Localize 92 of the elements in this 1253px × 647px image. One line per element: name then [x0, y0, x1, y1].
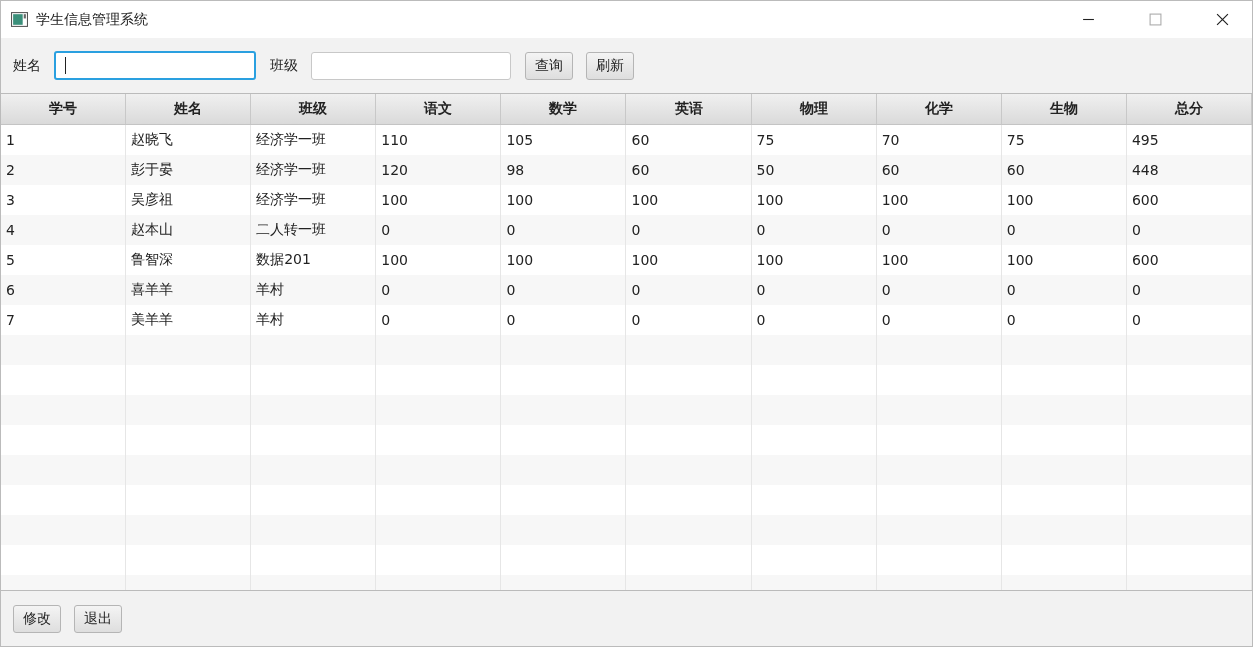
table-cell: 3: [6, 192, 15, 208]
table-cell: 50: [756, 162, 775, 178]
name-input-field[interactable]: [54, 51, 256, 80]
table-cell: 彭于晏: [131, 161, 174, 179]
table-cell: 1: [6, 132, 15, 148]
table-cell: 7: [6, 312, 15, 328]
table-cell: 0: [756, 222, 766, 238]
table-cell: 60: [1006, 162, 1025, 178]
table-cell: 100: [381, 192, 409, 208]
column-header[interactable]: 班级: [251, 94, 377, 124]
footer-button[interactable]: 退出: [74, 604, 122, 633]
table-cell: 100: [631, 192, 659, 208]
table-cell: 赵晓飞: [131, 131, 174, 149]
table-cell: 0: [506, 282, 516, 298]
table-cell: 5: [6, 252, 15, 268]
table-cell: 110: [381, 132, 409, 148]
toolbar-button[interactable]: 刷新: [586, 51, 634, 80]
table-cell: 喜羊羊: [131, 281, 174, 299]
table-cell: 75: [756, 132, 775, 148]
table-cell: 100: [381, 252, 409, 268]
table-cell: 600: [1131, 192, 1159, 208]
table-cell: 60: [881, 162, 900, 178]
table-cell: 0: [506, 312, 516, 328]
table-cell: 0: [631, 222, 641, 238]
table-cell: 100: [881, 192, 909, 208]
table-cell: 经济学一班: [256, 191, 327, 209]
table-cell: 100: [1006, 192, 1034, 208]
table-cell: 100: [1006, 252, 1034, 268]
table-cell: 0: [756, 282, 766, 298]
table-cell: 0: [756, 312, 766, 328]
column-header[interactable]: 总分: [1126, 94, 1252, 124]
table-cell: 100: [631, 252, 659, 268]
table-cell: 经济学一班: [256, 131, 327, 149]
column-header[interactable]: 英语: [626, 94, 752, 124]
table-cell: 0: [1131, 282, 1141, 298]
table-cell: 495: [1131, 132, 1159, 148]
table-cell: 100: [506, 192, 534, 208]
table-cell: 105: [506, 132, 534, 148]
app-icon: [11, 12, 28, 27]
table-cell: 赵本山: [131, 221, 174, 239]
table-cell: 0: [381, 282, 391, 298]
window-title: 学生信息管理系统: [36, 10, 148, 29]
table-cell: 2: [6, 162, 15, 178]
column-header[interactable]: 物理: [751, 94, 877, 124]
table-cell: 经济学一班: [256, 161, 327, 179]
table-cell: 0: [1131, 222, 1141, 238]
table-cell: 0: [631, 282, 641, 298]
table-cell: 羊村: [256, 311, 285, 329]
table-cell: 448: [1131, 162, 1159, 178]
table-cell: 0: [381, 312, 391, 328]
close-icon[interactable]: [1216, 13, 1229, 26]
footer-button[interactable]: 修改: [13, 604, 61, 633]
table-cell: 100: [881, 252, 909, 268]
table-cell: 羊村: [256, 281, 285, 299]
class-label: 班级: [270, 56, 298, 75]
table-cell: 60: [631, 132, 650, 148]
table-cell: 100: [756, 252, 784, 268]
column-header[interactable]: 生物: [1001, 94, 1127, 124]
table-cell: 0: [881, 312, 891, 328]
table-cell: 0: [506, 222, 516, 238]
table-cell: 数据201: [256, 251, 311, 269]
table-cell: 美羊羊: [131, 311, 174, 329]
table-cell: 0: [631, 312, 641, 328]
table-cell: 120: [381, 162, 409, 178]
table-cell: 二人转一班: [256, 221, 327, 239]
table-cell: 0: [381, 222, 391, 238]
table-cell: 0: [881, 282, 891, 298]
table-cell: 0: [1006, 282, 1016, 298]
table-cell: 70: [881, 132, 900, 148]
class-input-field[interactable]: [311, 51, 511, 80]
column-header[interactable]: 化学: [876, 94, 1002, 124]
table-cell: 0: [1131, 312, 1141, 328]
table-cell: 60: [631, 162, 650, 178]
table-cell: 6: [6, 282, 15, 298]
column-header[interactable]: 姓名: [126, 94, 252, 124]
table-cell: 4: [6, 222, 15, 238]
table-cell: 0: [1006, 312, 1016, 328]
table-cell: 75: [1006, 132, 1025, 148]
table-cell: 吴彦祖: [131, 191, 174, 209]
table-cell: 600: [1131, 252, 1159, 268]
table-cell: 0: [881, 222, 891, 238]
table-cell: 0: [1006, 222, 1016, 238]
column-header[interactable]: 语文: [376, 94, 502, 124]
toolbar-button[interactable]: 查询: [525, 51, 573, 80]
table-cell: 鲁智深: [131, 251, 174, 269]
maximize-icon[interactable]: [1149, 13, 1162, 26]
table-cell: 100: [506, 252, 534, 268]
name-label: 姓名: [13, 56, 41, 75]
table-cell: 100: [756, 192, 784, 208]
table-cell: 98: [506, 162, 525, 178]
column-header[interactable]: 学号: [1, 94, 127, 124]
column-header[interactable]: 数学: [501, 94, 627, 124]
